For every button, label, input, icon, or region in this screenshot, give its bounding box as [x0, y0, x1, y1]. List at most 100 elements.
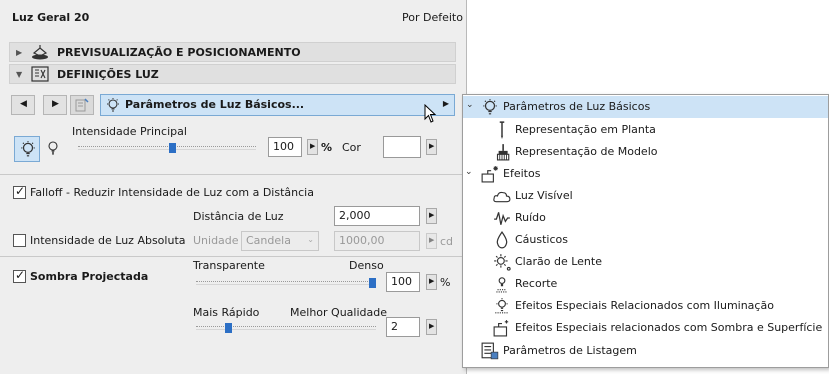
arrow-left-icon: ◀	[20, 99, 27, 109]
faster-label: Mais Rápido	[193, 306, 260, 319]
intensity-stepper[interactable]: ▶	[307, 139, 318, 155]
next-page-button[interactable]: ▶	[43, 95, 67, 115]
bulb-icon	[107, 98, 119, 112]
menu-item-label: Efeitos Especiais relacionados com Sombr…	[515, 321, 823, 334]
preset-label: Por Defeito	[402, 11, 463, 24]
listing-icon	[481, 342, 499, 360]
drop-icon	[496, 231, 508, 249]
menu-item-label: Cáusticos	[515, 233, 569, 246]
section-preview-header[interactable]: ▶ PREVISUALIZAÇÃO E POSICIONAMENTO	[9, 42, 456, 62]
shadow-checkbox[interactable]: ✓	[13, 268, 26, 283]
stepper-arrow-icon: ▶	[429, 142, 435, 150]
effects-icon	[481, 166, 498, 183]
falloff-label: Falloff - Reduzir Intensidade de Luz com…	[30, 186, 314, 199]
density-unit: %	[440, 276, 451, 289]
transparent-label: Transparente	[193, 259, 265, 272]
dense-label: Denso	[349, 259, 384, 272]
light-on-toggle[interactable]	[14, 136, 40, 162]
page-selector-label: Parâmetros de Luz Básicos...	[125, 98, 305, 111]
bulb-off-icon[interactable]	[45, 140, 61, 158]
absolute-intensity-label: Intensidade de Luz Absoluta	[30, 234, 186, 247]
density-slider-track[interactable]	[196, 281, 376, 285]
mouse-cursor-icon	[424, 104, 437, 123]
stepper-arrow-icon: ▶	[429, 277, 435, 285]
menu-item-label: Clarão de Lente	[515, 255, 602, 268]
section-light-label: DEFINIÇÕES LUZ	[57, 68, 159, 81]
page-list-button[interactable]	[70, 95, 94, 115]
divider	[0, 174, 467, 175]
menu-item-basic-params[interactable]: ⌄ Parâmetros de Luz Básicos	[463, 96, 828, 118]
absolute-intensity-checkbox[interactable]	[13, 234, 26, 247]
panel-title: Luz Geral 20	[12, 11, 90, 24]
absolute-unit-suffix: cd	[440, 235, 454, 248]
distance-label: Distância de Luz	[193, 210, 284, 223]
absolute-value-stepper[interactable]: ▶	[426, 233, 437, 249]
settings-panel: Luz Geral 20 Por Defeito ▶ PREVISUALIZAÇ…	[0, 0, 467, 374]
chevron-down-icon: ⌄	[307, 235, 314, 244]
quality-slider-thumb[interactable]	[225, 323, 233, 333]
menu-item-label: Representação em Planta	[515, 123, 656, 136]
quality-slider-track[interactable]	[196, 326, 376, 330]
quality-input[interactable]: 2	[386, 317, 420, 337]
preview-position-icon	[32, 45, 48, 60]
bulb-on-icon	[21, 141, 35, 157]
divider	[0, 256, 467, 257]
list-icon	[75, 98, 89, 112]
chevron-down-icon: ⌄	[466, 100, 474, 110]
section-light-header[interactable]: ▼ DEFINIÇÕES LUZ	[9, 64, 456, 84]
intensity-unit: %	[321, 141, 333, 154]
checkmark-icon: ✓	[15, 184, 26, 198]
chevron-right-icon: ▶	[16, 48, 23, 57]
page-selector-menu: ⌄ Parâmetros de Luz Básicos Representaçã…	[462, 94, 829, 368]
menu-item-label: Efeitos	[503, 167, 541, 180]
page-selector-dropdown[interactable]: Parâmetros de Luz Básicos... ▶	[100, 94, 455, 116]
noise-icon	[494, 212, 510, 225]
density-input[interactable]: 100	[386, 272, 420, 292]
stepper-arrow-icon: ▶	[429, 211, 435, 219]
pin-icon	[499, 121, 505, 139]
intensity-slider-track[interactable]	[78, 146, 256, 150]
brush-icon	[496, 144, 510, 161]
density-slider-thumb[interactable]	[369, 278, 376, 288]
menu-item-label: Recorte	[515, 277, 558, 290]
color-label: Cor	[342, 141, 361, 154]
density-stepper[interactable]: ▶	[426, 274, 437, 290]
bulb-icon	[483, 99, 497, 115]
menu-item-label: Efeitos Especiais Relacionados com Ilumi…	[515, 299, 774, 312]
chevron-down-icon: ⌄	[465, 167, 473, 177]
distance-input[interactable]: 2,000	[334, 206, 420, 226]
absolute-value-input[interactable]: 1000,00	[334, 231, 420, 251]
arrow-right-icon: ▶	[52, 99, 59, 109]
menu-item-label: Luz Visível	[515, 189, 573, 202]
special-light-icon	[495, 298, 509, 314]
menu-item-label: Representação de Modelo	[515, 145, 658, 158]
menu-item-label: Ruído	[515, 211, 546, 224]
shadow-label: Sombra Projectada	[30, 270, 149, 283]
stepper-arrow-icon: ▶	[429, 236, 435, 244]
previous-page-button[interactable]: ◀	[11, 95, 35, 115]
cloud-icon	[493, 191, 511, 203]
section-preview-label: PREVISUALIZAÇÃO E POSICIONAMENTO	[57, 46, 301, 59]
cutout-icon	[496, 277, 508, 293]
unit-select-value: Candela	[246, 234, 291, 247]
quality-stepper[interactable]: ▶	[426, 319, 437, 335]
menu-item-label: Parâmetros de Listagem	[503, 344, 637, 357]
menu-item-label: Parâmetros de Luz Básicos	[503, 100, 651, 113]
flare-icon	[494, 254, 511, 271]
chevron-right-icon: ▶	[442, 99, 449, 108]
unit-select[interactable]: Candela ⌄	[241, 231, 319, 251]
light-settings-icon	[31, 66, 49, 82]
chevron-down-icon: ▼	[16, 70, 23, 79]
intensity-input[interactable]: 100	[268, 137, 302, 157]
distance-stepper[interactable]: ▶	[426, 208, 437, 224]
checkmark-icon: ✓	[15, 268, 26, 282]
color-picker-stepper[interactable]: ▶	[426, 139, 437, 155]
color-swatch[interactable]	[383, 136, 421, 158]
unit-label: Unidade	[193, 234, 239, 247]
stepper-arrow-icon: ▶	[429, 322, 435, 330]
special-shadow-icon	[493, 320, 509, 337]
intensity-label: Intensidade Principal	[72, 125, 187, 138]
quality-label: Melhor Qualidade	[290, 306, 387, 319]
falloff-checkbox[interactable]: ✓	[13, 184, 26, 199]
intensity-slider-thumb[interactable]	[168, 143, 176, 153]
